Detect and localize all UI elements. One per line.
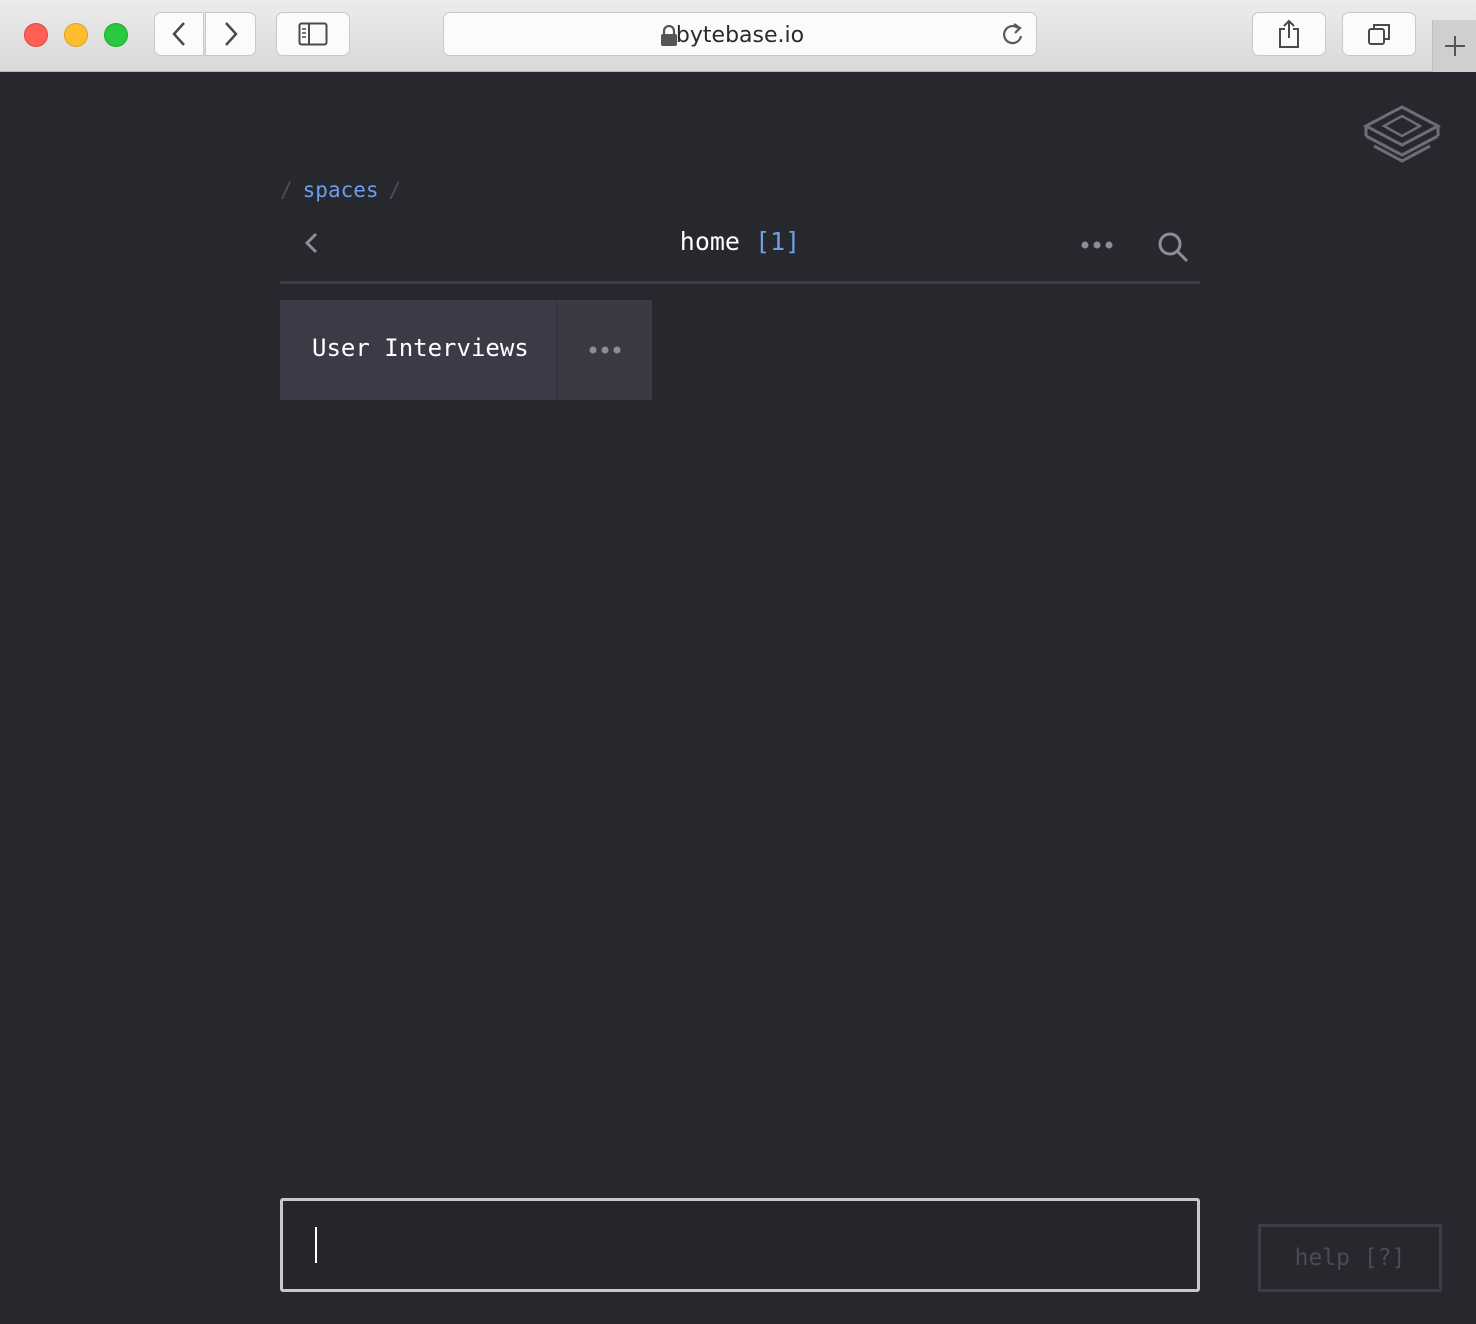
plus-icon <box>1444 36 1465 56</box>
command-input-box[interactable] <box>280 1198 1200 1292</box>
address-bar[interactable]: bytebase.io <box>443 12 1037 56</box>
page-title-text: home <box>679 227 740 256</box>
command-input[interactable] <box>283 1201 1197 1289</box>
chevron-left-icon <box>172 22 185 46</box>
item-more-button[interactable] <box>556 300 652 400</box>
zoom-window-button[interactable] <box>104 23 128 47</box>
address-url: bytebase.io <box>675 23 805 48</box>
help-button[interactable]: help [?] <box>1258 1224 1442 1292</box>
page-title: home [1] <box>280 227 1200 256</box>
minimize-window-button[interactable] <box>64 23 88 47</box>
list-item[interactable]: User Interviews <box>280 300 652 400</box>
app-logo-icon[interactable] <box>1362 104 1442 172</box>
share-button[interactable] <box>1252 12 1326 56</box>
close-window-button[interactable] <box>24 23 48 47</box>
breadcrumb-spaces-link[interactable]: spaces <box>303 178 379 202</box>
share-icon <box>1279 19 1299 48</box>
text-caret <box>315 1227 317 1263</box>
space-header: home [1] <box>280 218 1200 284</box>
browser-back-button[interactable] <box>154 12 204 56</box>
more-options-icon[interactable] <box>1080 240 1114 250</box>
search-icon[interactable] <box>1156 230 1190 264</box>
tabs-overview-button[interactable] <box>1342 12 1416 56</box>
browser-forward-button[interactable] <box>205 12 256 56</box>
breadcrumb-separator: / <box>280 178 293 202</box>
browser-toolbar: bytebase.io <box>0 0 1476 72</box>
breadcrumb-separator: / <box>388 178 402 202</box>
list-item-label: User Interviews <box>312 334 529 362</box>
new-tab-button[interactable] <box>1432 20 1476 72</box>
item-count: [1] <box>755 227 801 256</box>
sidebar-icon <box>298 22 328 46</box>
reload-icon[interactable] <box>1000 21 1026 49</box>
breadcrumb: / spaces / <box>280 178 401 202</box>
tabs-icon <box>1368 24 1390 45</box>
sidebar-toggle-button[interactable] <box>276 12 350 56</box>
more-options-icon <box>589 346 620 354</box>
chevron-right-icon <box>224 22 238 46</box>
